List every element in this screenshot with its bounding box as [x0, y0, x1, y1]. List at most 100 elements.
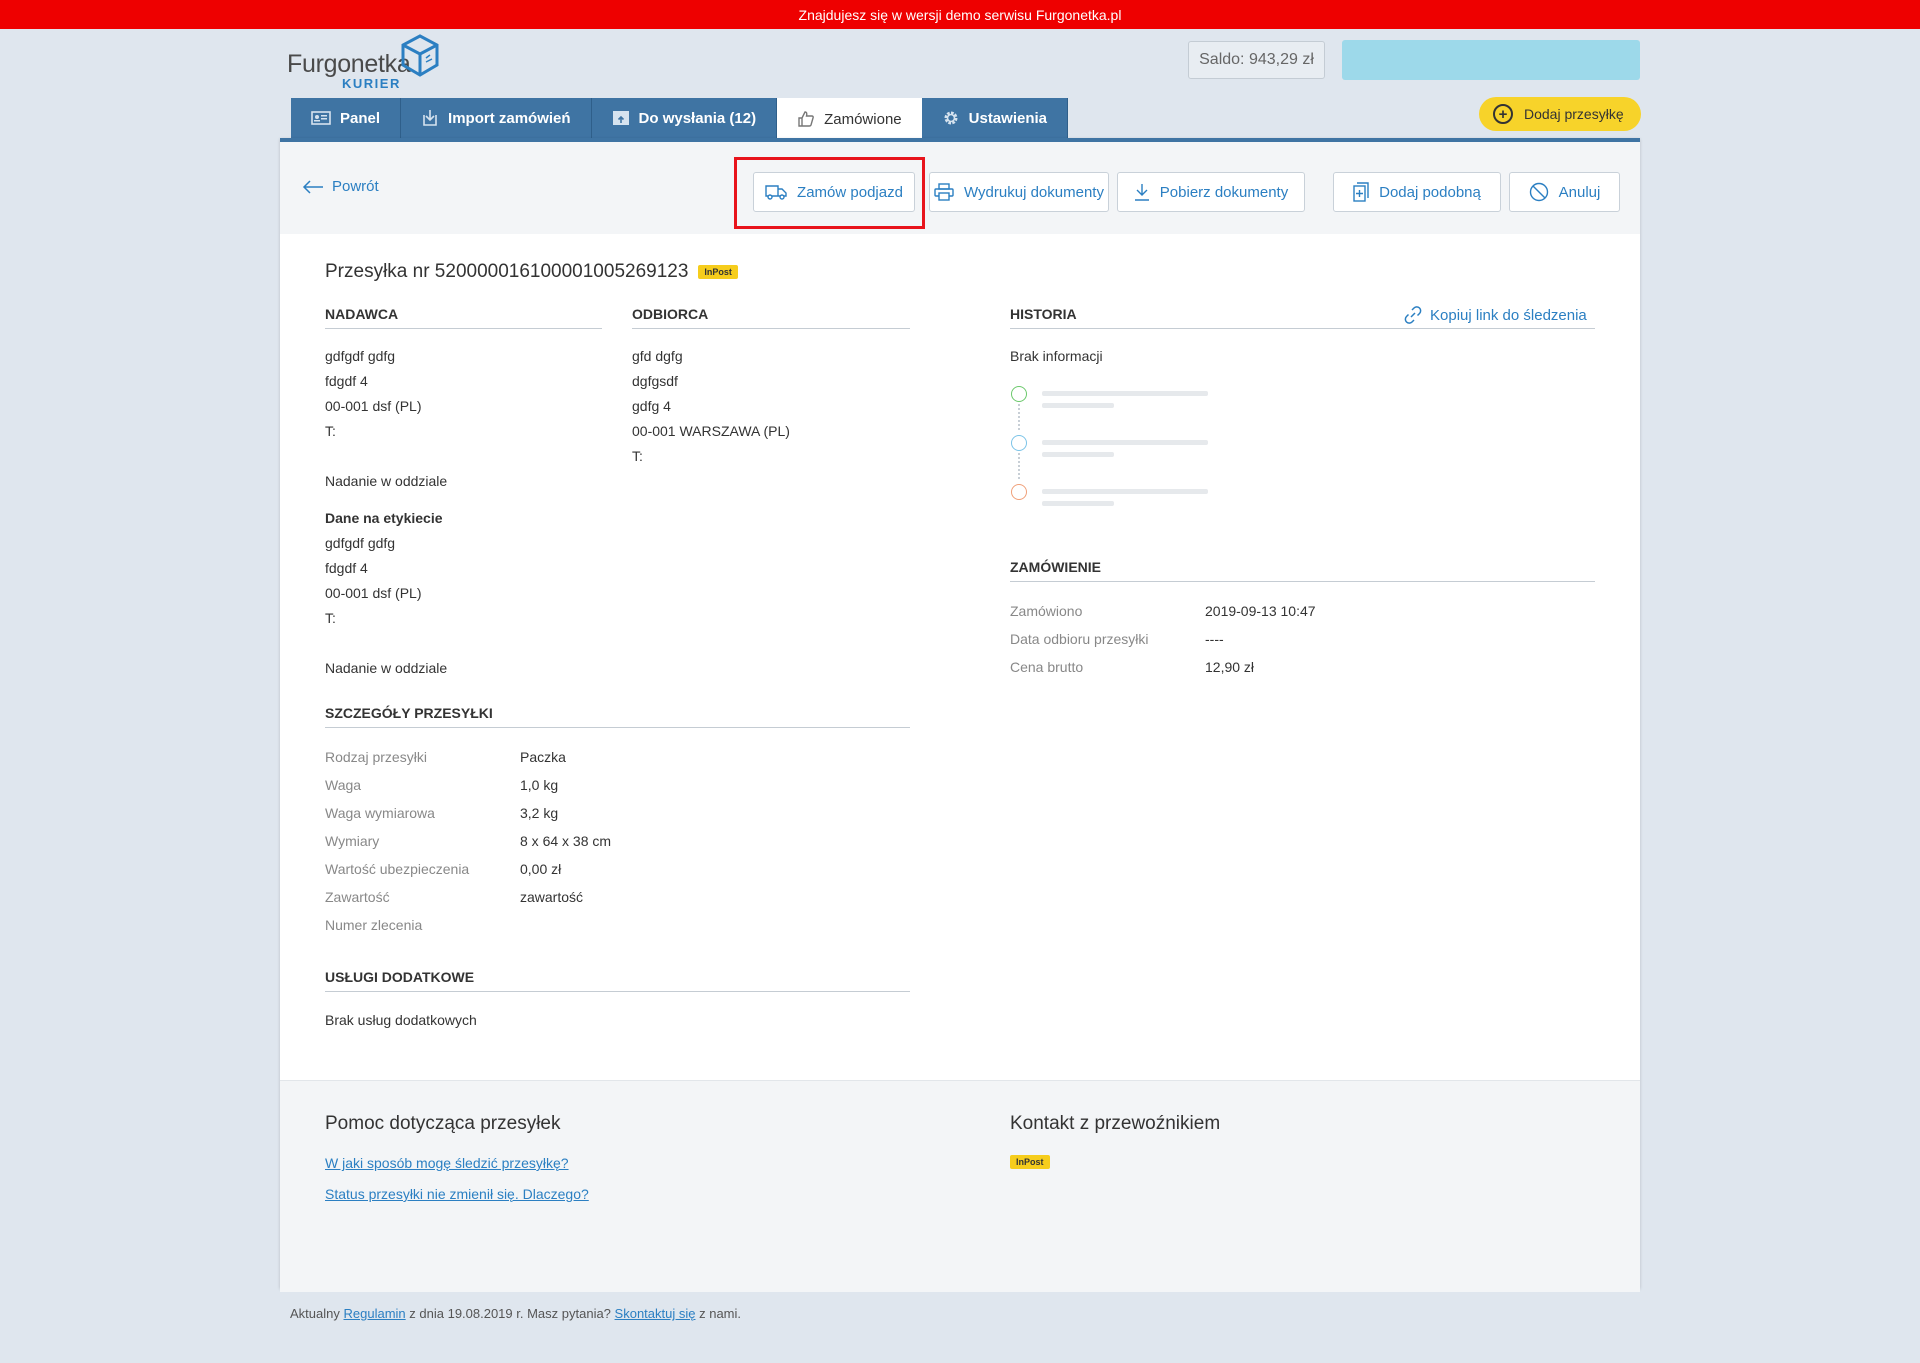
contact-us-link[interactable]: Skontaktuj się [615, 1306, 696, 1321]
detail-value: 3,2 kg [520, 805, 559, 821]
balance-display[interactable]: Saldo: 943,29 zł [1188, 41, 1325, 79]
tab-ordered[interactable]: Zamówione [777, 98, 922, 140]
copy-add-icon [1353, 182, 1369, 202]
user-account-box[interactable] [1342, 40, 1640, 80]
tab-ordered-label: Zamówione [824, 110, 902, 128]
gear-icon [944, 111, 958, 125]
download-icon [1134, 184, 1149, 201]
cancel-button[interactable]: Anuluj [1509, 172, 1620, 212]
add-shipment-button[interactable]: + Dodaj przesyłkę [1479, 97, 1641, 131]
sender-line: T: [325, 423, 336, 439]
contact-carrier-badge: InPost [1010, 1155, 1050, 1169]
recipient-line: gfd dgfg [632, 348, 683, 364]
detail-key: Zawartość [325, 889, 390, 905]
recipient-address: gfd dgfg dgfgsdf gdfg 4 00-001 WARSZAWA … [632, 344, 790, 469]
label-pickup-text: Nadanie w oddziale [325, 660, 448, 676]
help-link-tracking[interactable]: W jaki sposób mogę śledzić przesyłkę? [325, 1155, 569, 1171]
import-icon [423, 110, 437, 126]
footer-note: Aktualny Regulamin z dnia 19.08.2019 r. … [290, 1306, 741, 1321]
timeline-bar [1042, 452, 1114, 457]
shipment-panel: Powrót Zamów podjazd Wydrukuj dokumenty … [280, 138, 1640, 1292]
detail-row: Waga 1,0 kg [325, 771, 611, 799]
detail-row: Waga wymiarowa 3,2 kg [325, 799, 611, 827]
add-similar-label: Dodaj podobną [1379, 183, 1481, 201]
order-heading: ZAMÓWIENIE [1010, 559, 1595, 582]
add-similar-button[interactable]: Dodaj podobną [1333, 172, 1501, 212]
detail-key: Wymiary [325, 833, 380, 849]
cancel-icon [1529, 182, 1548, 202]
terms-link[interactable]: Regulamin [344, 1306, 406, 1321]
detail-key: Waga [325, 777, 362, 793]
sender-pickup: Nadanie w oddziale [325, 469, 447, 494]
timeline-dot [1011, 484, 1027, 500]
timeline-connector [1018, 404, 1020, 430]
detail-value: 0,00 zł [520, 861, 562, 877]
footer-prefix: Aktualny [290, 1306, 340, 1321]
detail-row: Rodzaj przesyłki Paczka [325, 743, 611, 771]
main-nav-tabs: Panel Import zamówień Do wysłania (12) Z… [291, 98, 1069, 140]
detail-value: zawartość [520, 889, 584, 905]
extra-services-heading: USŁUGI DODATKOWE [325, 969, 910, 992]
print-documents-label: Wydrukuj dokumenty [964, 183, 1104, 201]
detail-row: Zawartość zawartość [325, 883, 611, 911]
history-empty: Brak informacji [1010, 344, 1103, 369]
logo-box-icon [401, 34, 439, 77]
logo[interactable]: Furgonetka KURIER [287, 34, 447, 91]
printer-icon [934, 183, 954, 201]
history-empty-text: Brak informacji [1010, 348, 1103, 364]
detail-row: Wartość ubezpieczenia 0,00 zł [325, 855, 611, 883]
detail-value: Paczka [520, 749, 566, 765]
sender-address: gdfgdf gdfg fdgdf 4 00-001 dsf (PL) T: [325, 344, 422, 444]
logo-name: Furgonetka [287, 50, 411, 78]
sender-line: 00-001 dsf (PL) [325, 398, 422, 414]
recipient-line: T: [632, 448, 643, 464]
shipment-number: Przesyłka nr 520000016100001005269123 [325, 261, 689, 282]
sender-line: fdgdf 4 [325, 373, 368, 389]
thumbs-up-icon [798, 111, 814, 127]
order-value: 12,90 zł [1205, 659, 1255, 675]
tab-import[interactable]: Import zamówień [401, 98, 592, 138]
label-line: fdgdf 4 [325, 560, 368, 576]
logo-sub: KURIER [342, 76, 401, 91]
demo-banner: Znajdujesz się w wersji demo serwisu Fur… [0, 0, 1920, 29]
tab-to-send-label: Do wysłania (12) [638, 109, 757, 127]
sender-pickup-text: Nadanie w oddziale [325, 473, 448, 489]
download-documents-label: Pobierz dokumenty [1159, 183, 1289, 201]
order-value: ---- [1205, 631, 1224, 647]
timeline-bar [1042, 403, 1114, 408]
detail-key: Waga wymiarowa [325, 805, 435, 821]
shipment-title: Przesyłka nr 520000016100001005269123 In… [325, 261, 738, 283]
link-icon [1404, 306, 1422, 324]
tab-settings[interactable]: Ustawienia [921, 98, 1069, 138]
extra-services-text: Brak usług dodatkowych [325, 1012, 477, 1028]
tab-panel[interactable]: Panel [291, 98, 402, 138]
box-upload-icon [612, 111, 629, 125]
order-value: 2019-09-13 10:47 [1205, 603, 1316, 619]
help-link-status[interactable]: Status przesyłki nie zmienił się. Dlacze… [325, 1186, 589, 1202]
tab-to-send[interactable]: Do wysłania (12) [591, 98, 778, 138]
sender-heading: NADAWCA [325, 306, 602, 329]
copy-tracking-link[interactable]: Kopiuj link do śledzenia [1403, 305, 1587, 325]
order-row: Cena brutto 12,90 zł [1010, 653, 1316, 681]
label-line: T: [325, 610, 336, 626]
back-link[interactable]: Powrót [302, 178, 379, 195]
help-section: Pomoc dotycząca przesyłek W jaki sposób … [280, 1080, 1640, 1292]
add-shipment-label: Dodaj przesyłkę [1524, 106, 1624, 122]
copy-tracking-label: Kopiuj link do śledzenia [1430, 306, 1587, 324]
timeline-bar [1042, 440, 1208, 445]
order-key: Zamówiono [1010, 603, 1083, 619]
contact-title: Kontakt z przewoźnikiem [1010, 1113, 1221, 1134]
order-row: Data odbioru przesyłki ---- [1010, 625, 1316, 653]
order-key: Data odbioru przesyłki [1010, 631, 1149, 647]
print-documents-button[interactable]: Wydrukuj dokumenty [929, 172, 1109, 212]
timeline-bar [1042, 489, 1208, 494]
detail-value: 8 x 64 x 38 cm [520, 833, 612, 849]
recipient-heading: ODBIORCA [632, 306, 910, 329]
label-pickup: Nadanie w oddziale [325, 656, 447, 681]
plus-icon: + [1493, 104, 1513, 124]
carrier-badge: InPost [698, 265, 738, 279]
arrow-left-icon [302, 179, 323, 194]
download-documents-button[interactable]: Pobierz dokumenty [1117, 172, 1305, 212]
label-data-heading: Dane na etykiecie [325, 510, 443, 526]
help-title: Pomoc dotycząca przesyłek [325, 1113, 561, 1134]
